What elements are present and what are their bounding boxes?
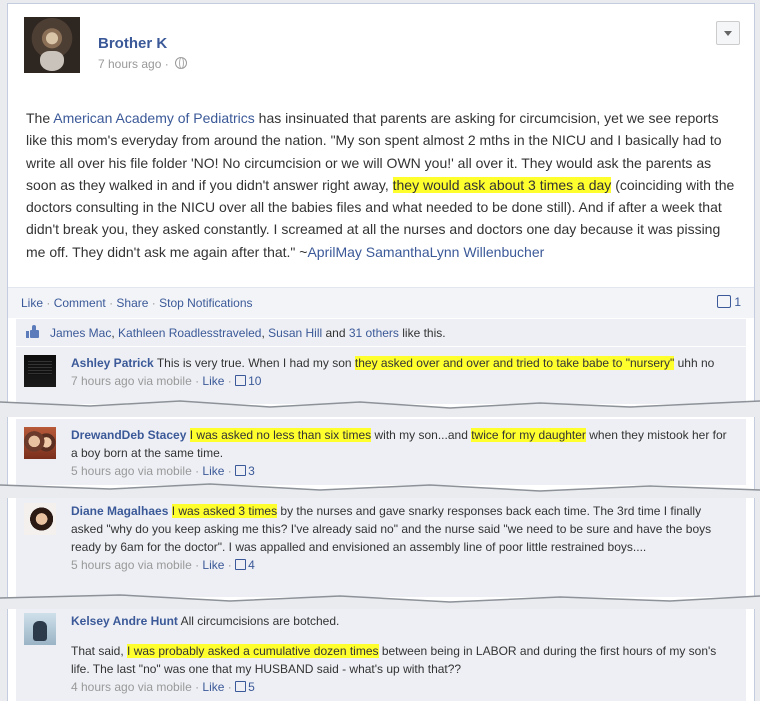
- comment-like-count[interactable]: 5: [235, 680, 255, 694]
- comment: DrewandDeb Stacey I was asked no less th…: [16, 419, 746, 485]
- aap-link[interactable]: American Academy of Pediatrics: [53, 110, 255, 126]
- globe-icon: [175, 57, 188, 69]
- liker-name[interactable]: Kathleen Roadlesstraveled: [118, 326, 261, 340]
- post-options-button[interactable]: [716, 21, 740, 45]
- comment-text: by the nurses and gave snarky responses …: [71, 504, 712, 554]
- comment-highlight: I was asked no less than six times: [189, 428, 372, 442]
- comment-like-link[interactable]: Like: [202, 558, 224, 572]
- like-count: 3: [248, 464, 255, 478]
- avatar[interactable]: [24, 613, 56, 645]
- thumbs-up-icon: [235, 681, 247, 692]
- comment-author[interactable]: DrewandDeb Stacey: [71, 428, 186, 442]
- comment-time[interactable]: 5 hours ago via mobile: [71, 464, 192, 478]
- likes-summary: James Mac, Kathleen Roadlesstraveled, Su…: [16, 319, 746, 346]
- comment-highlight: twice for my daughter: [471, 428, 586, 442]
- comment-meta: 5 hours ago via mobile · Like · 4: [71, 558, 255, 572]
- comment-text: with my son...and: [371, 428, 472, 442]
- post-actions: Like · Comment · Share · Stop Notificati…: [8, 287, 754, 318]
- liker-name[interactable]: James Mac: [50, 326, 111, 340]
- comment-author[interactable]: Kelsey Andre Hunt: [71, 614, 178, 628]
- comment-count[interactable]: 1: [717, 295, 741, 309]
- comment-time[interactable]: 5 hours ago via mobile: [71, 558, 192, 572]
- tear-divider: [0, 400, 760, 417]
- comment-like-count[interactable]: 10: [235, 374, 261, 388]
- comment-meta: 5 hours ago via mobile · Like · 3: [71, 464, 255, 478]
- post-timestamp: 7 hours ago ·: [98, 57, 188, 71]
- liker-name[interactable]: Susan Hill: [268, 326, 322, 340]
- avatar[interactable]: [24, 427, 56, 459]
- comment-text: That said,: [71, 644, 128, 658]
- comment-time[interactable]: 7 hours ago via mobile: [71, 374, 192, 388]
- sep: ·: [151, 296, 156, 310]
- quoted-author-link[interactable]: AprilMay SamanthaLynn Willenbucher: [307, 244, 544, 260]
- avatar[interactable]: [24, 17, 80, 73]
- comment-text: All circumcisions are botched.: [177, 614, 340, 628]
- poster-name[interactable]: Brother K: [98, 35, 167, 52]
- comment-highlight: I was asked 3 times: [171, 504, 278, 518]
- tear-divider: [0, 483, 760, 498]
- sep: and: [322, 326, 349, 340]
- comment-like-count[interactable]: 3: [235, 464, 255, 478]
- avatar[interactable]: [24, 355, 56, 387]
- comment-count-value: 1: [734, 295, 741, 309]
- post-highlight: they would ask about 3 times a day: [392, 176, 612, 193]
- post-body: The American Academy of Pediatrics has i…: [26, 107, 738, 263]
- sep: ·: [46, 296, 51, 310]
- comment-like-count[interactable]: 4: [235, 558, 255, 572]
- comment-icon: [717, 295, 732, 308]
- comment-highlight: they asked over and over and tried to ta…: [354, 356, 675, 370]
- stop-notifications-link[interactable]: Stop Notifications: [159, 296, 252, 310]
- comment-text: uhh no: [674, 356, 715, 370]
- comment-link[interactable]: Comment: [54, 296, 106, 310]
- thumbs-up-icon: [235, 559, 247, 570]
- tear-divider: [0, 594, 760, 609]
- comment-like-link[interactable]: Like: [202, 464, 224, 478]
- comment: Ashley Patrick This is very true. When I…: [16, 347, 746, 404]
- sep: ·: [109, 296, 114, 310]
- comment-time[interactable]: 4 hours ago via mobile: [71, 680, 192, 694]
- comment-highlight: I was probably asked a cumulative dozen …: [127, 644, 379, 658]
- comment-author[interactable]: Diane Magalhaes: [71, 504, 168, 518]
- avatar[interactable]: [24, 503, 56, 535]
- others-link[interactable]: 31 others: [349, 326, 399, 340]
- comment: Kelsey Andre Hunt All circumcisions are …: [16, 605, 746, 701]
- comment-like-link[interactable]: Like: [202, 374, 224, 388]
- likes-suffix: like this.: [398, 326, 446, 340]
- timestamp-link[interactable]: 7 hours ago: [98, 57, 161, 71]
- thumbs-up-icon: [235, 375, 247, 386]
- share-link[interactable]: Share: [116, 296, 148, 310]
- like-count: 5: [248, 680, 255, 694]
- meta-separator: ·: [164, 57, 169, 71]
- comment-text: This is very true. When I had my son: [153, 356, 355, 370]
- comment: Diane Magalhaes I was asked 3 times by t…: [16, 495, 746, 597]
- like-link[interactable]: Like: [21, 296, 43, 310]
- comment-like-link[interactable]: Like: [202, 680, 224, 694]
- comment-author[interactable]: Ashley Patrick: [71, 356, 154, 370]
- comment-meta: 4 hours ago via mobile · Like · 5: [71, 680, 255, 694]
- post-text-lead: The: [26, 110, 54, 126]
- thumbs-up-icon: [26, 324, 40, 338]
- thumbs-up-icon: [235, 465, 247, 476]
- comment-meta: 7 hours ago via mobile · Like · 10: [71, 374, 262, 388]
- like-count: 4: [248, 558, 255, 572]
- like-count: 10: [248, 374, 262, 388]
